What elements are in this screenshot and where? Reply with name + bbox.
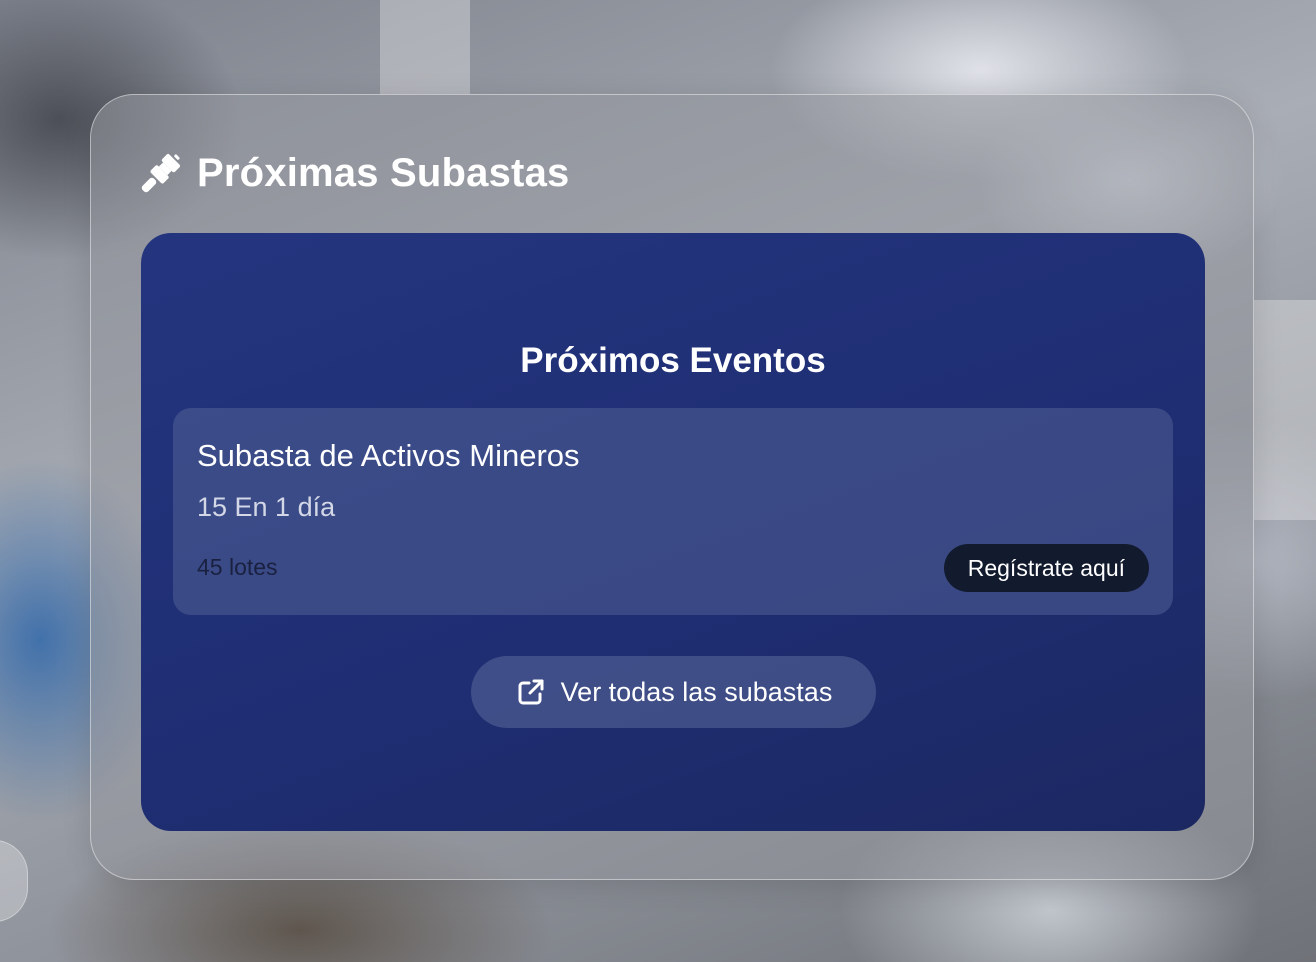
view-all-auctions-button[interactable]: Ver todas las subastas <box>471 656 876 728</box>
event-item: Subasta de Activos Mineros 15 En 1 día 4… <box>173 408 1173 615</box>
panel-title: Próximas Subastas <box>197 150 570 195</box>
background-stripe <box>380 0 470 94</box>
event-lots: 45 lotes <box>197 554 278 580</box>
events-heading: Próximos Eventos <box>520 341 826 380</box>
event-name: Subasta de Activos Mineros <box>197 438 580 473</box>
upcoming-events-card: Próximos Eventos Subasta de Activos Mine… <box>141 233 1205 831</box>
gavel-icon <box>139 151 183 195</box>
external-link-icon <box>515 676 547 708</box>
view-all-label: Ver todas las subastas <box>560 676 833 707</box>
register-button[interactable]: Regístrate aquí <box>943 544 1149 592</box>
background-stripe <box>1254 300 1316 520</box>
upcoming-auctions-panel: Próximas Subastas Próximos Eventos Subas… <box>90 94 1254 880</box>
event-date: 15 En 1 día <box>197 492 336 522</box>
panel-header: Próximas Subastas <box>139 149 569 197</box>
